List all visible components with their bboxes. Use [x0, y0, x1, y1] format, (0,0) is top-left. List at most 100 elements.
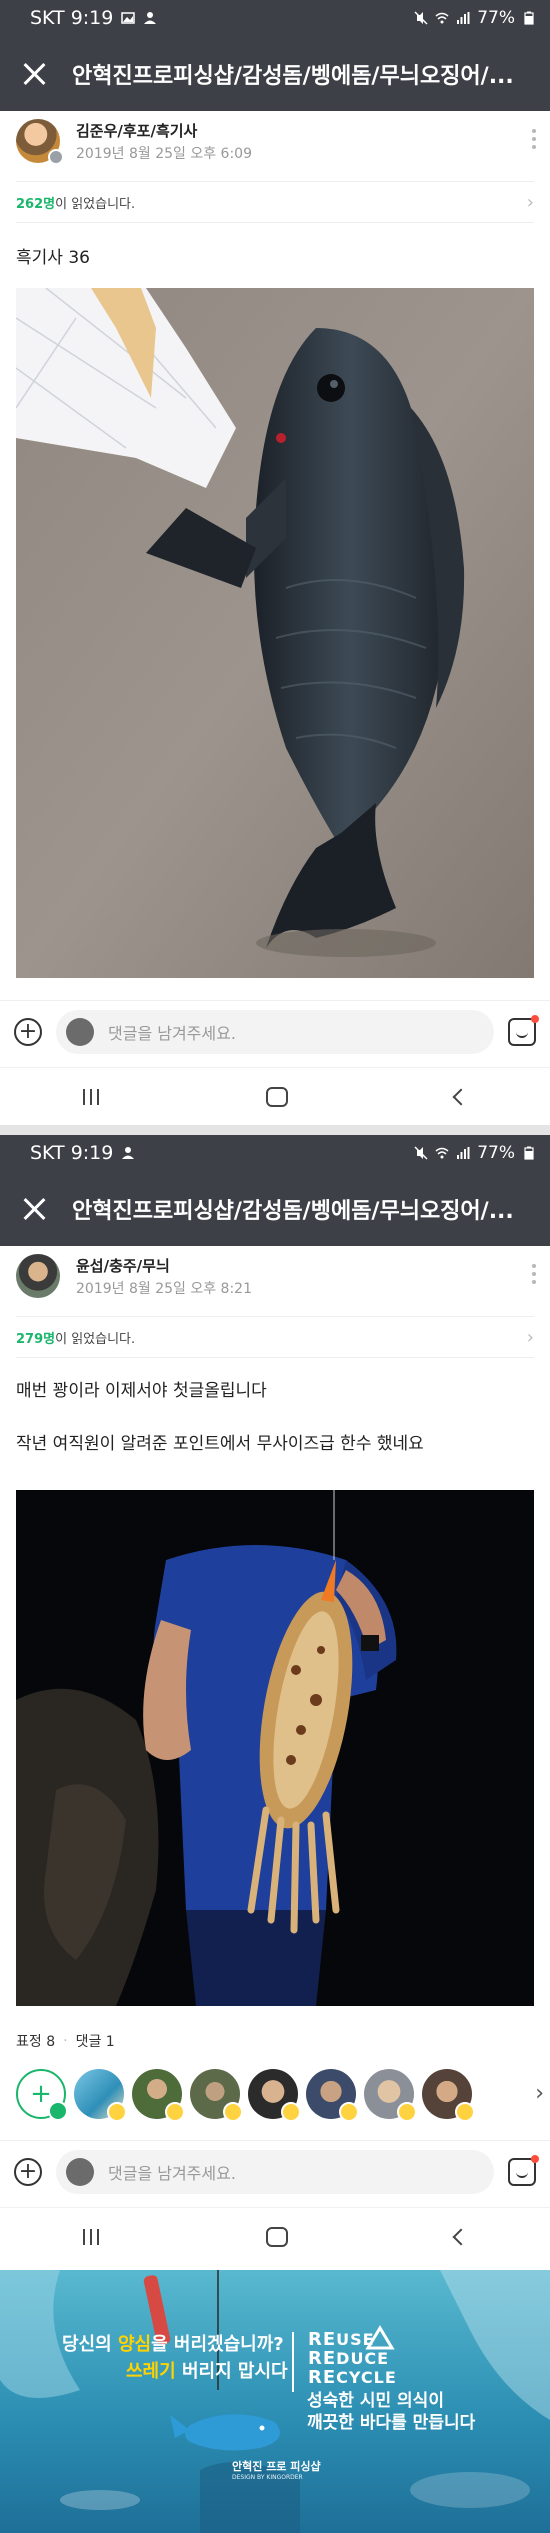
back-icon[interactable] — [452, 1088, 470, 1105]
carrier-time: SKT 9:19 — [30, 1142, 114, 1164]
sticker-icon[interactable] — [508, 2154, 539, 2186]
my-avatar — [66, 2157, 94, 2186]
emoji-icon — [223, 2102, 243, 2122]
close-icon[interactable] — [18, 58, 50, 90]
emoji-icon — [48, 2101, 68, 2121]
band-title: 안혁진프로피싱샵/감성돔/벵에돔/무늬오징어/... — [72, 1198, 514, 1224]
separator-dot: · — [63, 2033, 68, 2049]
back-icon[interactable] — [452, 2228, 470, 2245]
comments-label: 댓글 1 — [75, 2034, 115, 2050]
author-name[interactable]: 윤섭/충주/무늬 — [76, 1255, 252, 1276]
add-icon[interactable]: + — [14, 1017, 42, 1046]
reaction-summary[interactable]: 표정 8 · 댓글 1 — [0, 2026, 550, 2056]
post-text-line: 작년 여직원이 알려준 포인트에서 무사이즈급 한수 했네요 — [16, 1434, 424, 1454]
read-count-bar[interactable]: 262명 이 읽었습니다. › — [16, 181, 534, 223]
cuttlefish-photo — [16, 1490, 534, 2006]
signal-icon — [457, 1147, 470, 1159]
status-bar: SKT 9:19 77% — [0, 0, 550, 36]
add-reaction-button[interactable]: + — [16, 2069, 68, 2121]
comment-input[interactable]: 댓글을 남겨주세요. — [56, 2149, 494, 2194]
screenshot-panel-1: SKT 9:19 77% 안혁진프로피싱샵/감성돔/벵에돔/무늬오징어/... … — [0, 0, 550, 1125]
fish-photo — [16, 288, 534, 978]
reaction-list: + › — [0, 2064, 550, 2124]
banner-slogan: 성숙한 시민 의식이 깨끗한 바다를 만듭니다 — [307, 2391, 476, 2433]
emoji-icon — [281, 2102, 301, 2122]
post-text-line: 흑기사 36 — [16, 248, 90, 268]
app-bar: 안혁진프로피싱샵/감성돔/벵에돔/무늬오징어/... — [0, 36, 550, 111]
recent-apps-icon[interactable] — [83, 2228, 100, 2245]
reactor-avatar[interactable] — [306, 2069, 359, 2122]
read-suffix: 이 읽었습니다. — [55, 1331, 136, 1347]
emoji-icon — [107, 2102, 127, 2122]
system-nav-bar — [0, 2207, 550, 2265]
comment-placeholder: 댓글을 남겨주세요. — [108, 1023, 236, 1043]
chevron-right-icon[interactable]: › — [535, 2081, 544, 2106]
reactor-avatar[interactable] — [364, 2069, 417, 2122]
band-badge-icon — [48, 149, 64, 165]
add-icon[interactable]: + — [14, 2157, 42, 2186]
more-icon[interactable] — [532, 129, 536, 149]
avatar[interactable] — [16, 119, 64, 165]
band-title: 안혁진프로피싱샵/감성돔/벵에돔/무늬오징어/... — [72, 63, 514, 89]
wifi-icon — [435, 12, 449, 24]
post-photo[interactable] — [16, 1490, 534, 2006]
carrier-time: SKT 9:19 — [30, 7, 114, 29]
banner-divider — [292, 2332, 294, 2392]
home-icon[interactable] — [265, 2226, 288, 2247]
screenshot-panel-2: SKT 9:19 77% 안혁진프로피싱샵/감성돔/벵에돔/무늬오징어/... … — [0, 1135, 550, 2265]
comment-input[interactable]: 댓글을 남겨주세요. — [56, 1009, 494, 1054]
post-author: 김준우/후포/흑기사 2019년 8월 25일 오후 6:09 — [0, 111, 550, 171]
status-bar: SKT 9:19 77% — [0, 1135, 550, 1171]
app-bar: 안혁진프로피싱샵/감성돔/벵에돔/무늬오징어/... — [0, 1171, 550, 1246]
read-count: 279명 — [16, 1331, 56, 1347]
gallery-icon — [121, 12, 136, 24]
reuse-reduce-recycle: REUSE REDUCE RECYCLE — [308, 2329, 397, 2388]
design-credit: DESIGN BY KINGORDER — [232, 2474, 303, 2481]
person-icon — [122, 1147, 135, 1159]
screenshot-separator — [0, 1125, 550, 1135]
post-text: 매번 꽝이라 이제서야 첫글올립니다 작년 여직원이 알려준 포인트에서 무사이… — [0, 1376, 550, 1454]
chevron-right-icon: › — [526, 191, 534, 213]
reactor-avatar[interactable] — [248, 2069, 301, 2122]
post-author: 윤섭/충주/무늬 2019년 8월 25일 오후 8:21 — [0, 1246, 550, 1306]
reactor-avatar[interactable] — [422, 2069, 475, 2122]
read-count-bar[interactable]: 279명 이 읽었습니다. › — [16, 1316, 534, 1358]
reactions-label: 표정 8 — [16, 2034, 56, 2050]
battery-percent: 77% — [477, 1143, 515, 1163]
post-text: 흑기사 36 — [0, 243, 550, 268]
mute-icon — [414, 11, 428, 25]
campaign-banner: 당신의 양심을 버리겠습니까? 쓰레기 버리지 맙시다 REUSE REDUCE… — [0, 2270, 550, 2533]
post-photo[interactable] — [16, 288, 534, 978]
emoji-icon — [397, 2102, 417, 2122]
more-icon[interactable] — [532, 1264, 536, 1284]
signal-icon — [457, 12, 470, 24]
post-text-line: 매번 꽝이라 이제서야 첫글올립니다 — [16, 1381, 267, 1401]
battery-percent: 77% — [477, 8, 515, 28]
recent-apps-icon[interactable] — [83, 1088, 100, 1105]
comment-bar: + 댓글을 남겨주세요. — [0, 1000, 550, 1062]
chevron-right-icon: › — [526, 1326, 534, 1348]
post-date: 2019년 8월 25일 오후 8:21 — [76, 1280, 252, 1297]
emoji-icon — [455, 2102, 475, 2122]
avatar[interactable] — [16, 1254, 60, 1298]
comment-placeholder: 댓글을 남겨주세요. — [108, 2163, 236, 2183]
read-count: 262명 — [16, 196, 56, 212]
reactor-avatar[interactable] — [132, 2069, 185, 2122]
my-avatar — [66, 1017, 94, 1046]
read-suffix: 이 읽었습니다. — [55, 196, 136, 212]
reactor-avatar[interactable] — [190, 2069, 243, 2122]
sticker-icon[interactable] — [508, 1014, 539, 1046]
close-icon[interactable] — [18, 1193, 50, 1225]
banner-line-1: 당신의 양심을 버리겠습니까? — [62, 2334, 284, 2355]
comment-bar: + 댓글을 남겨주세요. — [0, 2140, 550, 2202]
shop-logo-text: 안혁진 프로 피싱샵 — [232, 2460, 321, 2473]
author-name[interactable]: 김준우/후포/흑기사 — [76, 120, 252, 141]
emoji-icon — [339, 2102, 359, 2122]
system-nav-bar — [0, 1067, 550, 1125]
home-icon[interactable] — [265, 1086, 288, 1107]
wifi-icon — [435, 1147, 449, 1159]
reactor-avatar[interactable] — [74, 2069, 127, 2122]
mute-icon — [414, 1146, 428, 1160]
battery-icon — [524, 1146, 534, 1160]
battery-icon — [524, 11, 534, 25]
